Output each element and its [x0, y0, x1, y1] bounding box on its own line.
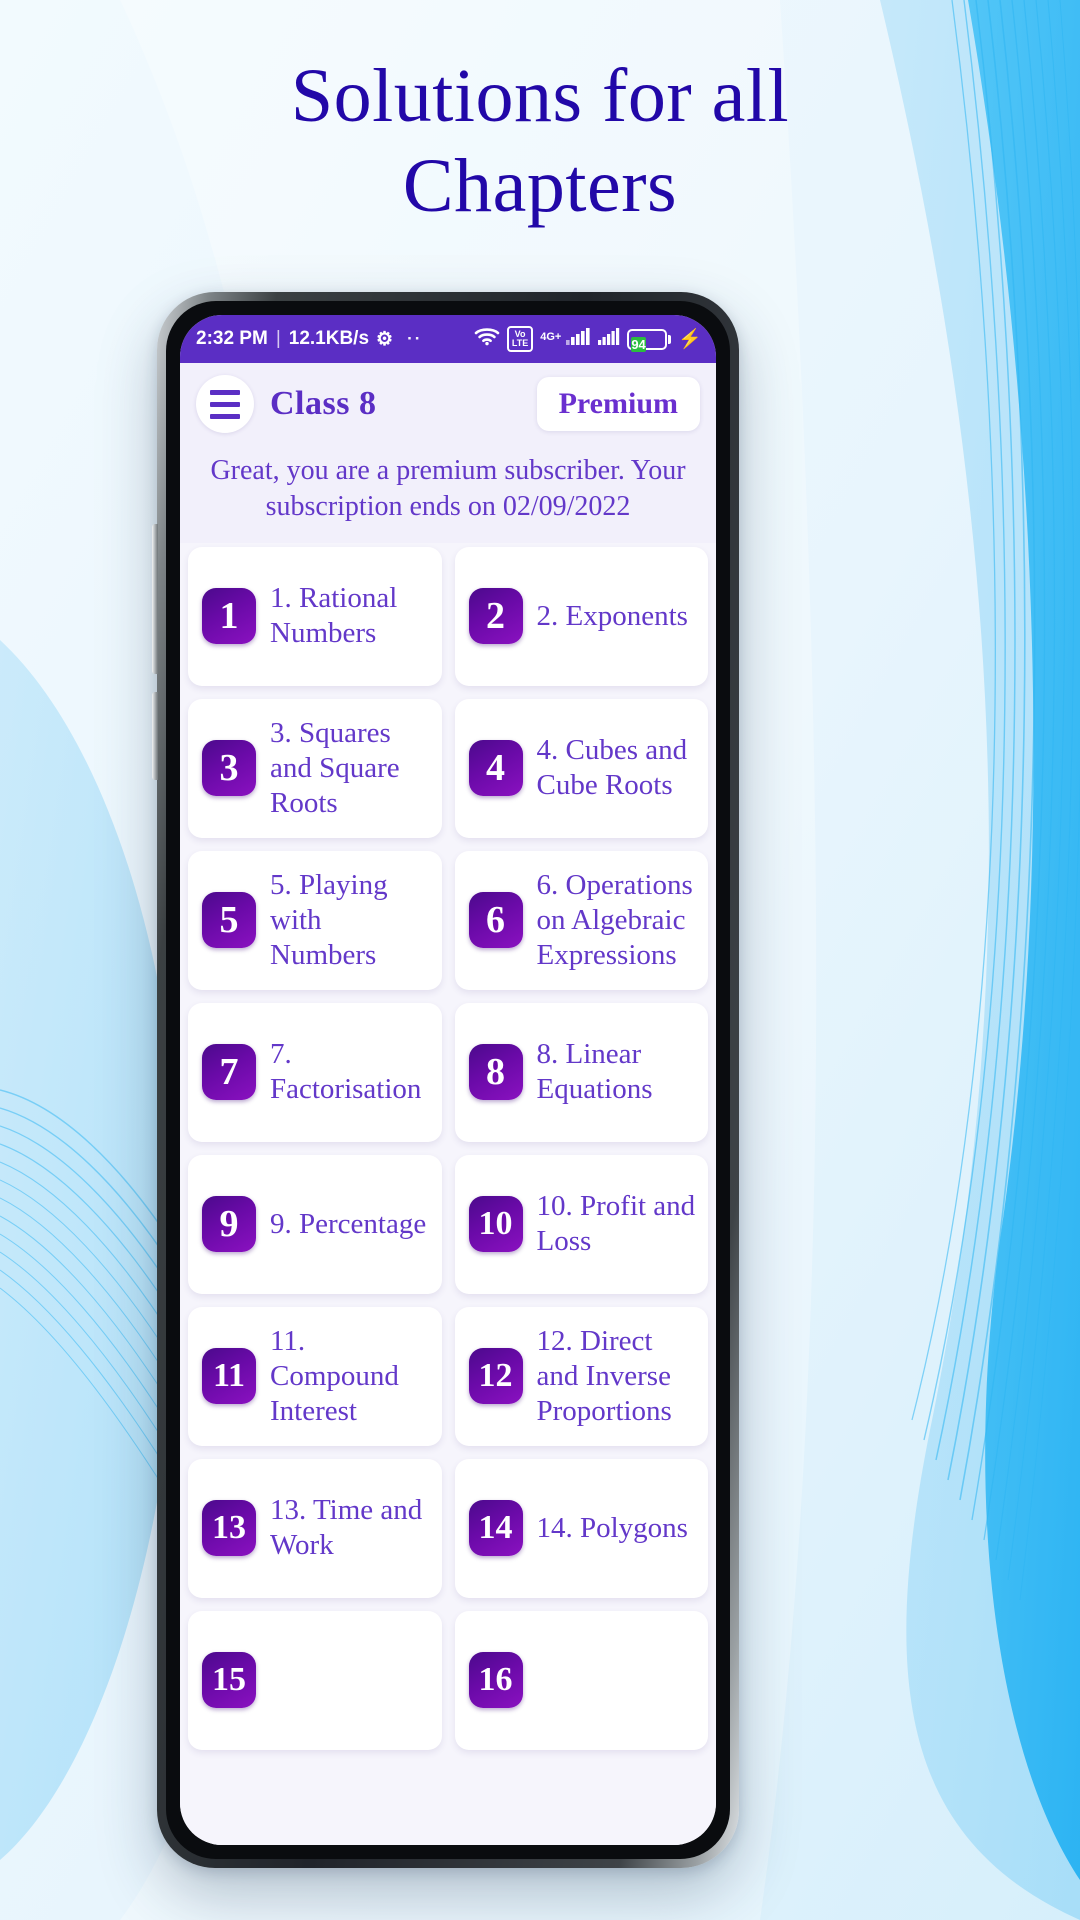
phone-screen: 2:32 PM | 12.1KB/s ⚙ ·· Vo LTE 4G+ 94 ⚡ …	[180, 315, 716, 1845]
page-title-line1: Solutions for all	[290, 54, 790, 138]
chapter-number-badge: 16	[468, 1652, 523, 1709]
overflow-dots-icon: ··	[407, 329, 423, 348]
chapter-title: 4. Cubes and Cube Roots	[536, 734, 688, 802]
chapter-number-badge: 13	[202, 1500, 256, 1557]
subscription-status-message: Great, you are a premium subscriber. You…	[180, 443, 716, 543]
volte-bottom-label: LTE	[511, 338, 529, 348]
chapter-title: 2. Exponents	[536, 599, 688, 632]
menu-bar-1	[210, 389, 240, 395]
chapter-number-badge: 1	[202, 588, 256, 645]
chapter-title: 10. Profit and Loss	[536, 1190, 696, 1258]
chapter-card[interactable]: 1 1. Rational Numbers	[188, 546, 442, 686]
chapter-card[interactable]: 13 13. Time and Work	[188, 1458, 442, 1598]
volte-icon: Vo LTE	[506, 326, 534, 352]
app-bar: Class 8 Premium	[180, 363, 716, 443]
chapter-number-badge: 11	[202, 1348, 256, 1405]
chapter-card[interactable]: 10 10. Profit and Loss	[454, 1154, 708, 1294]
chapter-number-badge: 2	[468, 588, 523, 645]
power-button[interactable]	[152, 692, 158, 780]
signal-bars-secondary-icon	[598, 326, 620, 352]
chapter-title: 9. Percentage	[270, 1207, 427, 1240]
chapter-card[interactable]: 9 9. Percentage	[188, 1154, 442, 1294]
volume-button[interactable]	[152, 524, 158, 674]
battery-body: 94	[627, 328, 668, 352]
chapter-title: 12. Direct and Inverse Proportions	[536, 1324, 672, 1427]
chapter-card[interactable]: 11 11. Compound Interest	[188, 1306, 442, 1446]
chapter-number-badge: 6	[468, 892, 523, 949]
network-type-label: 4G+	[540, 331, 562, 343]
status-bar-left: 2:32 PM | 12.1KB/s ⚙ ··	[196, 328, 422, 350]
chapter-number-badge: 14	[468, 1500, 523, 1557]
page-title: Solutions for all Chapters	[0, 58, 1080, 224]
premium-button[interactable]: Premium	[536, 377, 700, 431]
gear-icon[interactable]: ⚙	[376, 330, 393, 349]
chapter-card[interactable]: 16	[454, 1610, 708, 1750]
phone-bezel: 2:32 PM | 12.1KB/s ⚙ ·· Vo LTE 4G+ 94 ⚡ …	[166, 301, 730, 1859]
chapter-title: 6. Operations on Algebraic Expressions	[536, 868, 693, 971]
chapter-number-badge: 4	[468, 740, 523, 797]
signal-bars-primary-icon	[565, 326, 591, 352]
status-bar: 2:32 PM | 12.1KB/s ⚙ ·· Vo LTE 4G+ 94 ⚡	[180, 315, 716, 363]
chapter-card[interactable]: 3 3. Squares and Square Roots	[188, 698, 442, 838]
chapter-card[interactable]: 6 6. Operations on Algebraic Expressions	[454, 850, 708, 990]
chapter-title: 7. Factorisation	[270, 1038, 422, 1106]
chapter-number-badge: 10	[468, 1196, 523, 1253]
status-separator: |	[275, 328, 281, 349]
chapter-card[interactable]: 15	[188, 1610, 442, 1750]
chapter-card[interactable]: 12 12. Direct and Inverse Proportions	[454, 1306, 708, 1446]
phone-mockup: 2:32 PM | 12.1KB/s ⚙ ·· Vo LTE 4G+ 94 ⚡ …	[152, 292, 739, 1868]
hamburger-menu-icon[interactable]	[196, 375, 254, 433]
chapter-card[interactable]: 5 5. Playing with Numbers	[188, 850, 442, 990]
battery-cap	[668, 334, 672, 344]
chapter-number-badge: 5	[202, 892, 256, 949]
chapter-card[interactable]: 14 14. Polygons	[454, 1458, 708, 1598]
chapter-title: 13. Time and Work	[270, 1494, 423, 1562]
page-title-line2: Chapters	[402, 144, 678, 228]
menu-bar-2	[210, 401, 240, 407]
chapter-number-badge: 9	[202, 1196, 256, 1253]
chapter-title: 5. Playing with Numbers	[270, 868, 388, 971]
chapter-number-badge: 8	[468, 1044, 523, 1101]
chapter-title: 14. Polygons	[536, 1511, 688, 1544]
status-time: 2:32 PM	[196, 328, 268, 349]
chapter-card[interactable]: 2 2. Exponents	[454, 546, 708, 686]
chapter-card[interactable]: 8 8. Linear Equations	[454, 1002, 708, 1142]
chapter-number-badge: 15	[202, 1652, 256, 1709]
chapter-title: 8. Linear Equations	[536, 1038, 653, 1106]
battery-percent-label: 94	[631, 336, 646, 352]
status-data-rate: 12.1KB/s	[288, 328, 370, 349]
chapter-title: 1. Rational Numbers	[270, 582, 398, 650]
chapter-card[interactable]: 4 4. Cubes and Cube Roots	[454, 698, 708, 838]
menu-bar-3	[210, 413, 240, 419]
wifi-icon	[474, 326, 500, 352]
status-bar-right: Vo LTE 4G+ 94 ⚡	[474, 326, 702, 352]
chapter-list-scroll[interactable]: 1 1. Rational Numbers 2 2. Exponents 3 3. Squ…	[180, 542, 716, 1845]
chapter-title: 3. Squares and Square Roots	[270, 716, 400, 819]
battery-icon: 94	[627, 328, 672, 352]
charging-bolt-icon: ⚡	[678, 328, 702, 350]
chapter-number-badge: 3	[202, 740, 256, 797]
app-bar-title: Class 8	[270, 385, 377, 422]
chapter-title: 11. Compound Interest	[270, 1324, 399, 1427]
chapter-number-badge: 12	[468, 1348, 523, 1405]
chapter-number-badge: 7	[202, 1044, 256, 1101]
chapter-grid: 1 1. Rational Numbers 2 2. Exponents 3 3. Squ…	[188, 543, 708, 1750]
chapter-card[interactable]: 7 7. Factorisation	[188, 1002, 442, 1142]
